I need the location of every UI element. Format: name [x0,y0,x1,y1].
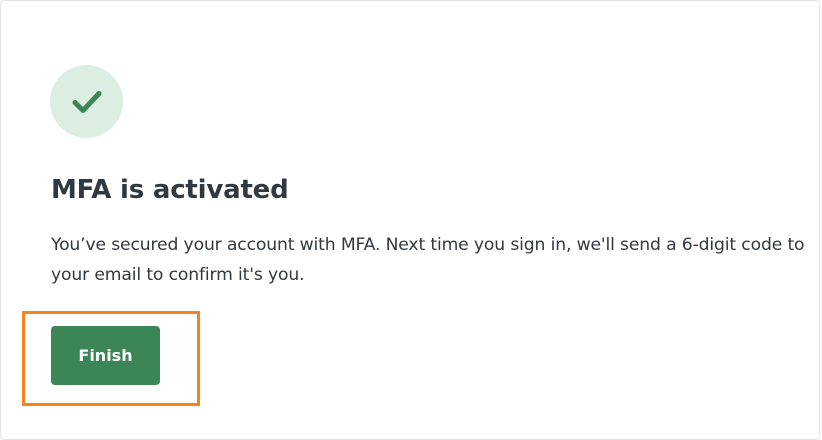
page-title: MFA is activated [51,175,289,205]
confirmation-message: You’ve secured your account with MFA. Ne… [51,235,805,285]
finish-button[interactable]: Finish [51,326,160,385]
checkmark-icon [72,90,101,113]
mfa-success-card: MFA is activated You’ve secured your acc… [0,0,820,440]
success-badge [50,65,123,138]
